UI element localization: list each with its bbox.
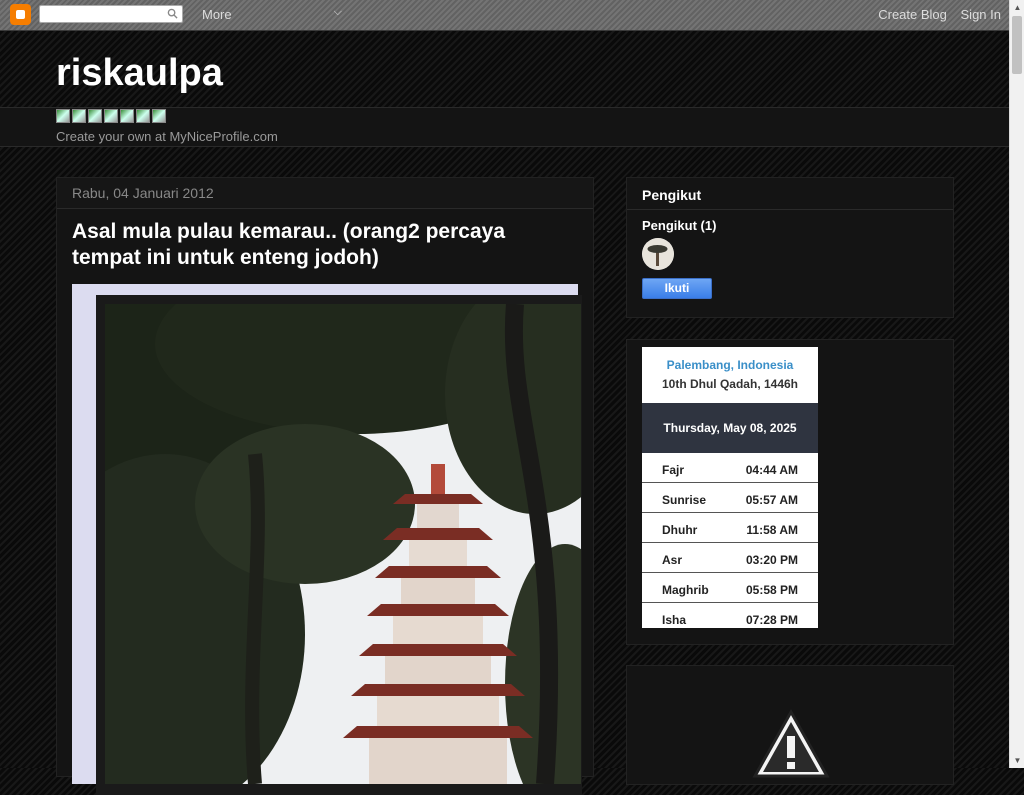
prayer-times-widget: Palembang, Indonesia 10th Dhul Qadah, 14… bbox=[626, 339, 954, 645]
followers-title: Pengikut bbox=[627, 178, 953, 210]
scroll-up-icon[interactable]: ▲ bbox=[1010, 0, 1024, 15]
navbar-actions: Create Blog Sign In bbox=[868, 7, 1001, 22]
badge-strip bbox=[56, 109, 168, 123]
more-label: More bbox=[202, 7, 232, 22]
scroll-down-icon[interactable]: ▼ bbox=[1010, 753, 1024, 768]
palm-tree-icon bbox=[642, 238, 674, 270]
blogger-navbar: More ⌵ Create Blog Sign In bbox=[0, 0, 1009, 31]
myniceprofile-link[interactable]: Create your own at MyNiceProfile.com bbox=[56, 129, 278, 144]
gregorian-date: Thursday, May 08, 2025 bbox=[642, 403, 818, 453]
sign-in-link[interactable]: Sign In bbox=[961, 7, 1001, 22]
prayer-row: Sunrise 05:57 AM bbox=[642, 483, 818, 513]
prayer-name: Dhuhr bbox=[662, 523, 698, 537]
badge-image[interactable] bbox=[136, 109, 150, 123]
scrollbar-thumb[interactable] bbox=[1012, 16, 1022, 74]
more-dropdown[interactable]: More ⌵ bbox=[202, 6, 342, 22]
header-badge-bar: Create your own at MyNiceProfile.com bbox=[0, 107, 1009, 147]
prayer-time: 07:28 PM bbox=[745, 613, 798, 627]
post-container: Rabu, 04 Januari 2012 Asal mula pulau ke… bbox=[56, 177, 594, 795]
followers-count[interactable]: Pengikut (1) bbox=[642, 218, 716, 233]
prayer-name: Maghrib bbox=[662, 583, 709, 597]
followers-widget: Pengikut Pengikut (1) Ikuti bbox=[626, 177, 954, 318]
prayer-name: Fajr bbox=[662, 463, 685, 477]
prayer-time: 05:58 PM bbox=[745, 583, 798, 597]
blogger-logo-icon[interactable] bbox=[10, 4, 31, 25]
create-blog-link[interactable]: Create Blog bbox=[878, 7, 947, 22]
badge-image[interactable] bbox=[88, 109, 102, 123]
post-title[interactable]: Asal mula pulau kemarau.. (orang2 percay… bbox=[72, 219, 578, 271]
prayer-row: Isha 07:28 PM bbox=[642, 603, 818, 628]
badge-image[interactable] bbox=[104, 109, 118, 123]
badge-image[interactable] bbox=[152, 109, 166, 123]
prayer-times-box: Palembang, Indonesia 10th Dhul Qadah, 14… bbox=[642, 347, 818, 628]
avatar[interactable] bbox=[642, 238, 674, 270]
pagoda-illustration bbox=[105, 304, 581, 784]
blog-header: riskaulpa bbox=[0, 31, 1009, 107]
badge-image[interactable] bbox=[120, 109, 134, 123]
prayer-row: Asr 03:20 PM bbox=[642, 543, 818, 573]
prayer-row: Dhuhr 11:58 AM bbox=[642, 513, 818, 543]
prayer-name: Sunrise bbox=[662, 493, 707, 507]
prayer-name: Asr bbox=[662, 553, 683, 567]
search-icon[interactable] bbox=[167, 8, 178, 19]
hijri-date: 10th Dhul Qadah, 1446h bbox=[661, 377, 799, 391]
follow-button[interactable]: Ikuti bbox=[642, 278, 712, 299]
prayer-location[interactable]: Palembang, Indonesia bbox=[642, 358, 818, 372]
prayer-row: Maghrib 05:58 PM bbox=[642, 573, 818, 603]
post-image-frame bbox=[72, 284, 582, 795]
search-input[interactable] bbox=[39, 5, 183, 23]
blog-title[interactable]: riskaulpa bbox=[56, 52, 223, 95]
prayer-time: 05:57 AM bbox=[745, 493, 798, 507]
badge-image[interactable] bbox=[72, 109, 86, 123]
prayer-time: 03:20 PM bbox=[745, 553, 798, 567]
prayer-time: 11:58 AM bbox=[746, 523, 798, 537]
prayer-name: Isha bbox=[662, 613, 687, 627]
badge-image[interactable] bbox=[56, 109, 70, 123]
plugin-warning-widget bbox=[626, 665, 954, 785]
prayer-row: Fajr 04:44 AM bbox=[642, 453, 818, 483]
pagoda-photo[interactable] bbox=[105, 304, 581, 784]
page-scrollbar[interactable]: ▲ ▼ bbox=[1009, 0, 1024, 768]
post-date: Rabu, 04 Januari 2012 bbox=[57, 178, 593, 209]
chevron-down-icon: ⌵ bbox=[333, 6, 342, 18]
post-image-border bbox=[96, 295, 582, 795]
prayer-time: 04:44 AM bbox=[745, 463, 798, 477]
